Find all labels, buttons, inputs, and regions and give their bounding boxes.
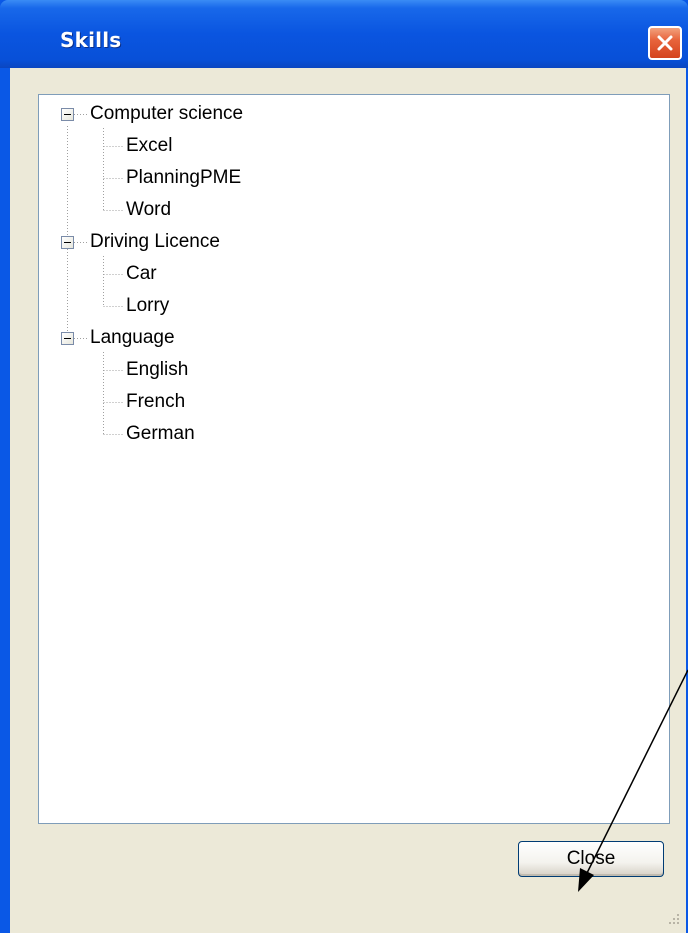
tree-node-car[interactable]: Car: [126, 263, 157, 285]
tree-node-excel[interactable]: Excel: [126, 135, 172, 157]
close-x-icon[interactable]: [648, 26, 682, 60]
window-title: Skills: [60, 28, 122, 52]
tree-node-language[interactable]: Language: [90, 327, 175, 349]
tree-node-english[interactable]: English: [126, 359, 188, 381]
collapse-computer-science-icon[interactable]: [61, 108, 74, 121]
close-button[interactable]: Close: [518, 841, 664, 877]
tree-node-computer-science[interactable]: Computer science: [90, 103, 243, 125]
tree-node-planningpme[interactable]: PlanningPME: [126, 167, 241, 189]
collapse-language-icon[interactable]: [61, 332, 74, 345]
title-bar[interactable]: Skills: [0, 0, 688, 68]
skills-window: Skills Computer science Excel PlanningPM…: [0, 0, 688, 933]
resize-grip-icon[interactable]: [666, 911, 680, 925]
dialog-client-area: Computer science Excel PlanningPME Word …: [10, 68, 686, 933]
close-x-glyph-icon: [657, 35, 673, 51]
tree-node-driving-licence[interactable]: Driving Licence: [90, 231, 220, 253]
tree-node-french[interactable]: French: [126, 391, 185, 413]
collapse-driving-licence-icon[interactable]: [61, 236, 74, 249]
tree-node-word[interactable]: Word: [126, 199, 171, 221]
skills-tree[interactable]: Computer science Excel PlanningPME Word …: [38, 94, 670, 824]
tree-node-german[interactable]: German: [126, 423, 195, 445]
tree-node-lorry[interactable]: Lorry: [126, 295, 169, 317]
